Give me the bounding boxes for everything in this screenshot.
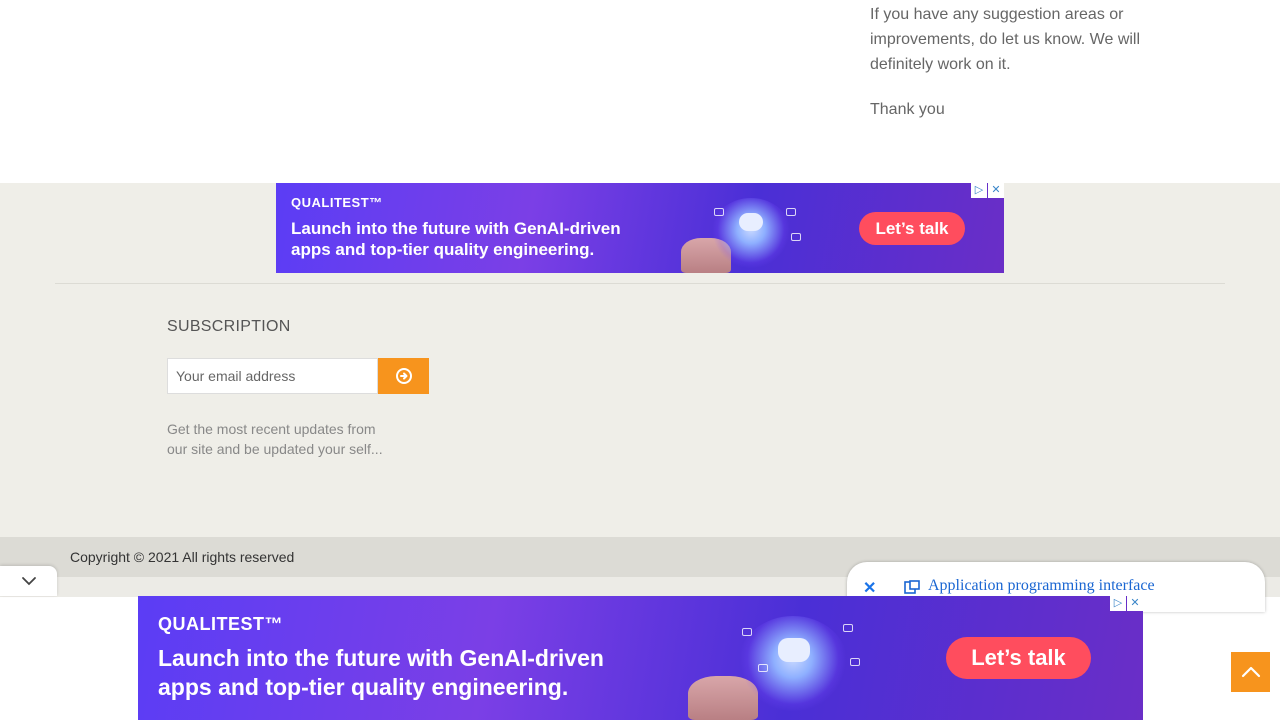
arrow-circle-right-icon: [395, 368, 412, 384]
ad-headline-line1: Launch into the future with GenAI-driven: [158, 645, 604, 671]
close-icon[interactable]: ✕: [988, 183, 1004, 198]
ad-headline-line2: apps and top-tier quality engineering.: [291, 240, 595, 260]
copyright-text: Copyright © 2021 All rights reserved: [70, 549, 295, 565]
subscription-title: SUBSCRIPTION: [167, 318, 291, 335]
ad-decor-icon: [843, 624, 853, 632]
robot-face: [739, 213, 763, 231]
ad-cta-button[interactable]: Let’s talk: [859, 212, 965, 245]
article-closing: Thank you: [870, 101, 945, 118]
ad-brand: QUALITEST™: [291, 195, 383, 210]
subscription-description: Get the most recent updates from our sit…: [167, 421, 383, 457]
ad-headline: Launch into the future with GenAI-driven…: [158, 644, 604, 702]
ad-collapse-button[interactable]: [0, 566, 57, 596]
chevron-up-icon: [1241, 666, 1260, 678]
close-icon[interactable]: ✕: [863, 578, 876, 598]
ad-headline: Launch into the future with GenAI-driven…: [291, 218, 621, 261]
ad-robot-image: [738, 616, 848, 711]
close-icon[interactable]: ✕: [1127, 596, 1143, 611]
ad-decor-icon: [742, 628, 752, 636]
ad-headline-line1: Launch into the future with GenAI-driven: [291, 219, 621, 238]
footer-divider: [55, 283, 1225, 284]
back-to-top-button[interactable]: [1231, 652, 1270, 692]
subscribe-button[interactable]: [378, 358, 429, 394]
chevron-down-icon: [21, 577, 36, 586]
ad-banner-bottom[interactable]: QUALITEST™ Launch into the future with G…: [138, 596, 1143, 720]
ad-decor-icon: [850, 658, 860, 666]
ad-banner-top[interactable]: QUALITEST™ Launch into the future with G…: [276, 183, 1004, 273]
ad-decor-icon: [791, 233, 801, 241]
ad-headline-line2: apps and top-tier quality engineering.: [158, 673, 569, 700]
ad-cta-button[interactable]: Let’s talk: [946, 637, 1091, 679]
suggestion-link[interactable]: Application programming interface: [928, 577, 1155, 595]
email-input[interactable]: [167, 358, 378, 394]
ad-controls: ▷ ✕: [970, 183, 1004, 198]
adchoices-icon[interactable]: ▷: [971, 183, 987, 198]
ad-decor-icon: [758, 664, 768, 672]
robot-face: [778, 638, 810, 662]
ad-controls: ▷ ✕: [1109, 596, 1143, 611]
ad-brand: QUALITEST™: [158, 614, 283, 634]
external-link-icon: [904, 580, 920, 594]
subscription-form: [167, 358, 429, 394]
ad-decor-icon: [714, 208, 724, 216]
adchoices-icon[interactable]: ▷: [1110, 596, 1126, 611]
article-paragraph: If you have any suggestion areas or impr…: [870, 6, 1141, 73]
article-text: If you have any suggestion areas or impr…: [870, 2, 1170, 142]
ad-decor-icon: [786, 208, 796, 216]
